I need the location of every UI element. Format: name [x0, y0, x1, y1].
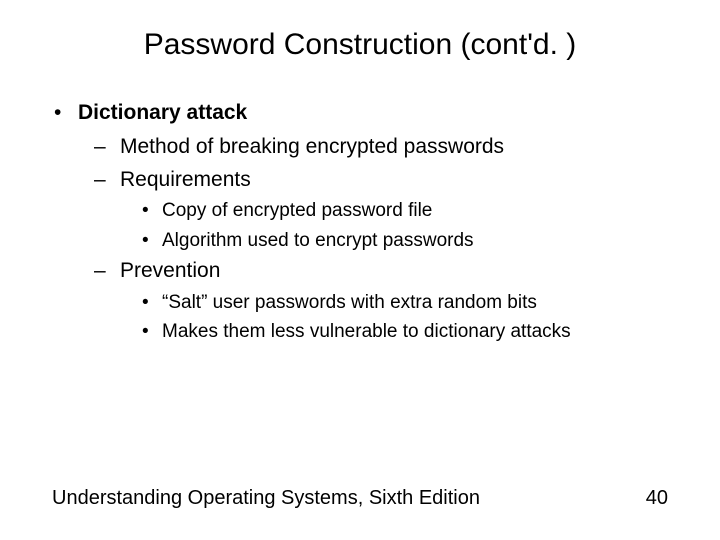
bullet-lvl2-text: Method of breaking encrypted passwords [120, 132, 504, 162]
bullet-lvl3: • Algorithm used to encrypt passwords [140, 227, 680, 255]
slide-content: • Dictionary attack – Method of breaking… [0, 98, 720, 346]
bullet-dot-icon: • [140, 289, 162, 317]
bullet-lvl3-text: “Salt” user passwords with extra random … [162, 289, 537, 317]
bullet-lvl3-text: Algorithm used to encrypt passwords [162, 227, 474, 255]
bullet-dot-icon: • [52, 98, 78, 128]
bullet-lvl3-text: Copy of encrypted password file [162, 197, 432, 225]
dash-icon: – [94, 256, 120, 286]
bullet-lvl2: – Prevention [94, 256, 680, 286]
bullet-lvl3: • Makes them less vulnerable to dictiona… [140, 318, 680, 346]
bullet-lvl1: • Dictionary attack [52, 98, 680, 128]
bullet-dot-icon: • [140, 197, 162, 225]
dash-icon: – [94, 165, 120, 195]
bullet-dot-icon: • [140, 318, 162, 346]
bullet-lvl2-text: Requirements [120, 165, 251, 195]
slide-footer: Understanding Operating Systems, Sixth E… [0, 487, 720, 510]
bullet-lvl3-text: Makes them less vulnerable to dictionary… [162, 318, 571, 346]
bullet-dot-icon: • [140, 227, 162, 255]
bullet-lvl1-text: Dictionary attack [78, 98, 247, 128]
slide-title: Password Construction (cont'd. ) [0, 0, 720, 98]
bullet-lvl2: – Method of breaking encrypted passwords [94, 132, 680, 162]
bullet-lvl3: • Copy of encrypted password file [140, 197, 680, 225]
bullet-lvl2-text: Prevention [120, 256, 220, 286]
dash-icon: – [94, 132, 120, 162]
footer-book-title: Understanding Operating Systems, Sixth E… [52, 487, 480, 510]
bullet-lvl3: • “Salt” user passwords with extra rando… [140, 289, 680, 317]
bullet-lvl2: – Requirements [94, 165, 680, 195]
footer-page-number: 40 [646, 487, 668, 510]
